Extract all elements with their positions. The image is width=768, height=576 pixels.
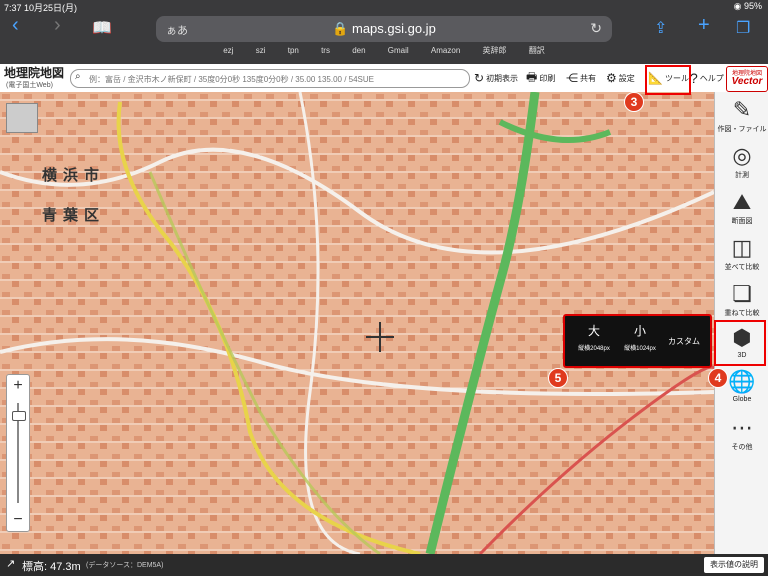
search-icon[interactable]: ⌕ — [75, 71, 81, 82]
tool-label: その他 — [731, 444, 753, 451]
share-icon[interactable]: ⇪ — [654, 18, 667, 38]
zoom-handle[interactable] — [12, 411, 26, 421]
3d-small-option[interactable]: 小 縦横1024px — [619, 322, 661, 352]
share-label: 共有 — [580, 73, 596, 83]
more-icon: ⋯ — [731, 415, 753, 440]
share-button[interactable]: ⋲ 共有 — [566, 70, 596, 86]
current-location-icon[interactable] — [6, 103, 38, 133]
browser-chrome: 7:37 10月25日(月) ◉ 95% ‹ › 📖 ぁあ 🔒 maps.gsi… — [0, 0, 768, 64]
site-subtitle: (電子国土Web) — [6, 82, 53, 89]
help-button[interactable]: ? ヘルプ — [690, 70, 724, 86]
option-size: 縦横1024px — [624, 346, 656, 352]
url-text: 🔒 maps.gsi.go.jp — [156, 21, 612, 37]
map-label-city: 横浜市 — [42, 167, 106, 184]
bookmark-item[interactable]: tpn — [288, 46, 299, 55]
step-badge-4: 4 — [708, 368, 728, 388]
status-battery: ◉ 95% — [733, 1, 762, 11]
elevation-source: (データソース：DEM5A) — [86, 562, 164, 569]
share-nodes-icon: ⋲ — [566, 71, 578, 85]
search-box: ⌕ — [70, 69, 470, 88]
bookmark-item[interactable]: ezj — [223, 46, 233, 55]
pencil-icon: ✎ — [732, 97, 752, 122]
option-size: 縦横2048px — [578, 346, 610, 352]
tabs-icon[interactable]: ❐ — [736, 18, 750, 38]
mountain-profile-icon: ⛰ — [732, 189, 752, 214]
ruler-icon: ◎ — [732, 143, 752, 168]
layers-icon: ❏ — [732, 281, 752, 306]
reset-button[interactable]: ↻ 初期表示 — [474, 70, 518, 86]
tool-label: 断面図 — [731, 218, 753, 225]
measure-tool[interactable]: ◎ 計測 — [715, 142, 768, 180]
bookmark-item[interactable]: 翻訳 — [529, 45, 545, 56]
vector-logo[interactable]: 地理院地図 Vector — [726, 66, 768, 92]
zoom-out-button[interactable]: − — [7, 511, 29, 529]
option-title: 小 — [633, 324, 646, 338]
overlay-compare-tool[interactable]: ❏ 重ねて比較 — [715, 280, 768, 318]
refresh-icon: ↻ — [474, 71, 485, 85]
map-label-ward: 青葉区 — [42, 207, 106, 224]
profile-tool[interactable]: ⛰ 断面図 — [715, 188, 768, 226]
bookmark-item[interactable]: den — [352, 46, 365, 55]
zoom-control: + − — [6, 374, 30, 532]
settings-label: 設定 — [618, 73, 635, 83]
url-bar[interactable]: ぁあ 🔒 maps.gsi.go.jp ↻ — [156, 16, 612, 42]
search-input[interactable] — [87, 71, 469, 87]
bookmark-item[interactable]: Gmail — [388, 46, 409, 55]
tool-label: 計測 — [735, 172, 749, 179]
3d-size-popup: 大 縦横2048px 小 縦横1024px カスタム — [563, 314, 712, 368]
site-title[interactable]: 地理院地図 — [4, 67, 64, 79]
step-badge-3: 3 — [624, 92, 644, 112]
url-value: maps.gsi.go.jp — [351, 21, 436, 36]
zoom-in-button[interactable]: + — [7, 377, 29, 395]
arrow-icon[interactable]: ↗ — [6, 557, 15, 570]
split-view-icon: ◫ — [731, 235, 753, 260]
draw-file-tool[interactable]: ✎ 作図・ファイル — [715, 96, 768, 134]
elevation-value: 標高: 47.3m — [22, 561, 81, 573]
tool-label: Globe — [732, 396, 752, 403]
gear-icon: ⚙ — [606, 71, 617, 85]
highlight-3d — [714, 320, 766, 366]
print-label: 印刷 — [539, 73, 556, 83]
help-icon: ? — [690, 70, 698, 86]
tool-label: 重ねて比較 — [724, 310, 760, 317]
settings-button[interactable]: ⚙ 設定 — [606, 70, 635, 86]
elevation-bar: ↗ 標高: 47.3m (データソース：DEM5A) 表示値の説明 — [0, 554, 768, 576]
printer-icon: 🖶 — [526, 69, 538, 84]
bookmark-item[interactable]: 英辞郎 — [483, 45, 507, 56]
reload-icon[interactable]: ↻ — [590, 20, 602, 37]
tool-label: 作図・ファイル — [717, 126, 767, 133]
forward-icon[interactable]: › — [54, 14, 61, 37]
bookmarks-bar: ezj szi tpn trs den Gmail Amazon 英辞郎 翻訳 — [0, 45, 768, 61]
3d-custom-option[interactable]: カスタム — [663, 336, 705, 347]
tool-label: 並べて比較 — [724, 264, 760, 271]
bookmark-item[interactable]: szi — [256, 46, 266, 55]
bookmark-item[interactable]: trs — [321, 46, 330, 55]
logo-text-bottom: Vector — [731, 76, 763, 87]
new-tab-icon[interactable]: + — [698, 14, 710, 37]
print-button[interactable]: 🖶 印刷 — [526, 70, 555, 86]
highlight-tools — [645, 65, 691, 95]
option-title: 大 — [587, 324, 600, 338]
step-badge-5: 5 — [548, 368, 568, 388]
bookmark-item[interactable]: Amazon — [431, 46, 460, 55]
more-tool[interactable]: ⋯ その他 — [715, 414, 768, 452]
3d-large-option[interactable]: 大 縦横2048px — [573, 322, 615, 352]
side-by-side-tool[interactable]: ◫ 並べて比較 — [715, 234, 768, 272]
help-label: ヘルプ — [699, 73, 724, 83]
legend-button[interactable]: 表示値の説明 — [704, 557, 764, 573]
bookmarks-icon[interactable]: 📖 — [92, 18, 112, 38]
status-time: 7:37 10月25日(月) — [4, 3, 78, 13]
reset-label: 初期表示 — [486, 73, 519, 83]
back-icon[interactable]: ‹ — [12, 14, 19, 37]
lock-icon: 🔒 — [332, 21, 349, 36]
